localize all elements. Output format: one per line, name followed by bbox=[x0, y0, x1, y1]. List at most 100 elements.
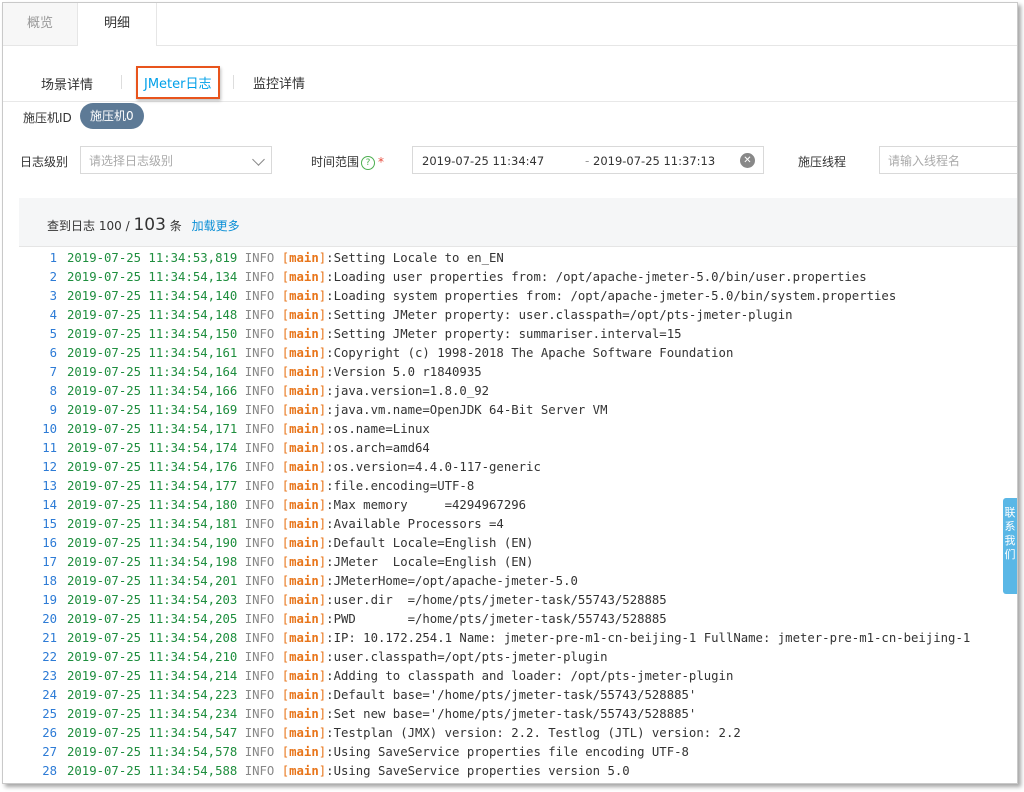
log-message: PWD =/home/pts/jmeter-task/55743/528885 bbox=[333, 612, 667, 626]
log-timestamp: 2019-07-25 11:34:54,150 bbox=[67, 327, 238, 341]
log-level: INFO bbox=[244, 327, 275, 341]
time-range-separator: - bbox=[585, 154, 590, 168]
log-line-number: 20 bbox=[42, 612, 57, 626]
log-line: 22 2019-07-25 11:34:54,210 INFO [main]:us… bbox=[19, 648, 1017, 667]
log-message: Loading user properties from: /opt/apach… bbox=[333, 270, 867, 284]
log-level-select[interactable]: 请选择日志级别 bbox=[80, 146, 272, 174]
log-line-number: 7 bbox=[49, 365, 57, 379]
log-line: 5 2019-07-25 11:34:54,150 INFO [main]:Set… bbox=[19, 325, 1017, 344]
log-line: 25 2019-07-25 11:34:54,234 INFO [main]:Se… bbox=[19, 705, 1017, 724]
log-message: Using SaveService properties file encodi… bbox=[333, 745, 689, 759]
time-range-label: 时间范围? * bbox=[311, 153, 384, 170]
log-timestamp: 2019-07-25 11:34:54,214 bbox=[67, 669, 238, 683]
log-level: INFO bbox=[244, 517, 275, 531]
log-timestamp: 2019-07-25 11:34:54,234 bbox=[67, 707, 238, 721]
tab-jmeter-log[interactable]: JMeter日志 bbox=[136, 66, 220, 99]
log-timestamp: 2019-07-25 11:34:53,819 bbox=[67, 251, 238, 265]
log-line-number: 27 bbox=[42, 745, 57, 759]
log-level: INFO bbox=[244, 574, 275, 588]
log-message: os.name=Linux bbox=[333, 422, 430, 436]
log-line-number: 28 bbox=[42, 764, 57, 778]
log-message: Testplan (JMX) version: 2.2. Testlog (JT… bbox=[333, 726, 741, 740]
load-more-link[interactable]: 加载更多 bbox=[192, 219, 240, 233]
log-thread: main bbox=[289, 403, 319, 417]
log-line: 3 2019-07-25 11:34:54,140 INFO [main]:Loa… bbox=[19, 287, 1017, 306]
log-panel: 概览 明细 场景详情 JMeter日志 监控详情 施压机ID 施压机0 日志级别… bbox=[2, 2, 1018, 784]
tab-detail[interactable]: 明细 bbox=[78, 3, 157, 46]
log-level: INFO bbox=[244, 650, 275, 664]
log-message: Setting Locale to en_EN bbox=[333, 251, 504, 265]
tab-monitor-detail[interactable]: 监控详情 bbox=[253, 73, 305, 92]
log-message: user.classpath=/opt/pts-jmeter-plugin bbox=[333, 650, 608, 664]
log-line-number: 6 bbox=[49, 346, 57, 360]
log-timestamp: 2019-07-25 11:34:54,203 bbox=[67, 593, 238, 607]
tab-overview[interactable]: 概览 bbox=[3, 3, 78, 45]
log-level: INFO bbox=[244, 251, 275, 265]
log-line: 26 2019-07-25 11:34:54,547 INFO [main]:Te… bbox=[19, 724, 1017, 743]
log-line-number: 8 bbox=[49, 384, 57, 398]
thread-input[interactable]: 请输入线程名 bbox=[879, 146, 1017, 174]
log-thread: main bbox=[289, 460, 319, 474]
tab-divider bbox=[233, 75, 234, 89]
log-level: INFO bbox=[244, 764, 275, 778]
log-message: Default base='/home/pts/jmeter-task/5574… bbox=[333, 688, 697, 702]
log-thread: main bbox=[289, 555, 319, 569]
log-line-number: 24 bbox=[42, 688, 57, 702]
tab-divider bbox=[121, 75, 122, 89]
log-level: INFO bbox=[244, 707, 275, 721]
close-circle-icon[interactable]: ✕ bbox=[740, 153, 755, 168]
log-line-number: 14 bbox=[42, 498, 57, 512]
log-thread: main bbox=[289, 498, 319, 512]
log-timestamp: 2019-07-25 11:34:54,223 bbox=[67, 688, 238, 702]
log-timestamp: 2019-07-25 11:34:54,166 bbox=[67, 384, 238, 398]
question-circle-icon[interactable]: ? bbox=[361, 155, 376, 170]
log-timestamp: 2019-07-25 11:34:54,177 bbox=[67, 479, 238, 493]
log-line-number: 10 bbox=[42, 422, 57, 436]
time-range-start[interactable]: 2019-07-25 11:34:47 bbox=[422, 147, 544, 175]
log-timestamp: 2019-07-25 11:34:54,190 bbox=[67, 536, 238, 550]
log-message: Default Locale=English (EN) bbox=[333, 536, 534, 550]
log-message: Using SaveService properties version 5.0 bbox=[333, 764, 630, 778]
log-timestamp: 2019-07-25 11:34:54,171 bbox=[67, 422, 238, 436]
log-line-number: 25 bbox=[42, 707, 57, 721]
log-level-placeholder: 请选择日志级别 bbox=[89, 154, 174, 168]
log-viewer[interactable]: 1 2019-07-25 11:34:53,819 INFO [main]:Set… bbox=[19, 249, 1017, 783]
press-machine-tag[interactable]: 施压机0 bbox=[80, 103, 144, 129]
log-line-number: 18 bbox=[42, 574, 57, 588]
log-timestamp: 2019-07-25 11:34:54,140 bbox=[67, 289, 238, 303]
log-thread: main bbox=[289, 764, 319, 778]
log-timestamp: 2019-07-25 11:34:54,588 bbox=[67, 764, 238, 778]
required-mark: * bbox=[378, 155, 385, 169]
log-line: 15 2019-07-25 11:34:54,181 INFO [main]:Av… bbox=[19, 515, 1017, 534]
log-timestamp: 2019-07-25 11:34:54,205 bbox=[67, 612, 238, 626]
log-thread: main bbox=[289, 574, 319, 588]
log-thread: main bbox=[289, 441, 319, 455]
log-level: INFO bbox=[244, 403, 275, 417]
log-message: os.arch=amd64 bbox=[333, 441, 430, 455]
log-count-prefix: 查到日志 bbox=[47, 219, 96, 233]
log-summary-bar: 查到日志 100 / 103 条 加载更多 bbox=[19, 198, 1017, 247]
log-level: INFO bbox=[244, 745, 275, 759]
log-thread: main bbox=[289, 688, 319, 702]
log-line: 17 2019-07-25 11:34:54,198 INFO [main]:JM… bbox=[19, 553, 1017, 572]
log-message: JMeter Locale=English (EN) bbox=[333, 555, 534, 569]
tab-scene-detail[interactable]: 场景详情 bbox=[41, 74, 93, 93]
log-line-number: 13 bbox=[42, 479, 57, 493]
log-timestamp: 2019-07-25 11:34:54,578 bbox=[67, 745, 238, 759]
log-line: 19 2019-07-25 11:34:54,203 INFO [main]:us… bbox=[19, 591, 1017, 610]
contact-side-tab[interactable]: 联系我们 bbox=[1003, 498, 1017, 594]
top-tab-bar: 概览 明细 bbox=[3, 3, 1017, 46]
sub-tab-bar: 场景详情 JMeter日志 监控详情 bbox=[3, 63, 1017, 102]
log-thread: main bbox=[289, 745, 319, 759]
log-message: Copyright (c) 1998-2018 The Apache Softw… bbox=[333, 346, 734, 360]
time-range-end[interactable]: 2019-07-25 11:37:13 bbox=[593, 147, 715, 175]
log-line: 24 2019-07-25 11:34:54,223 INFO [main]:De… bbox=[19, 686, 1017, 705]
log-line: 18 2019-07-25 11:34:54,201 INFO [main]:JM… bbox=[19, 572, 1017, 591]
log-timestamp: 2019-07-25 11:34:54,164 bbox=[67, 365, 238, 379]
time-range-picker[interactable]: 2019-07-25 11:34:47 - 2019-07-25 11:37:1… bbox=[412, 146, 764, 174]
log-line-number: 11 bbox=[42, 441, 57, 455]
log-line-number: 21 bbox=[42, 631, 57, 645]
log-line-number: 22 bbox=[42, 650, 57, 664]
log-level: INFO bbox=[244, 536, 275, 550]
log-message: java.version=1.8.0_92 bbox=[333, 384, 490, 398]
